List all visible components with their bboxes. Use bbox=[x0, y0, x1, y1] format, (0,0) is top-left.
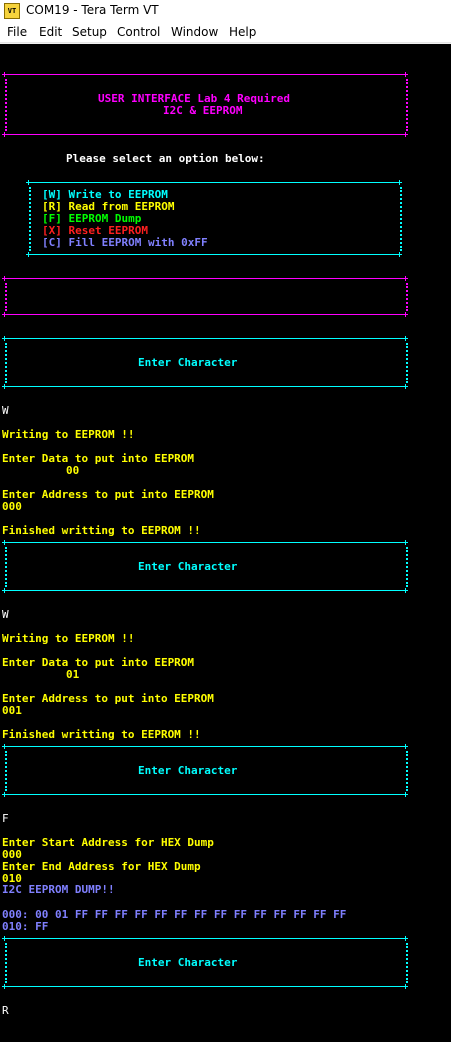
menu-file[interactable]: File bbox=[7, 25, 27, 39]
enter-character-label-4: Enter Character bbox=[138, 956, 238, 969]
tera-term-app-icon: VT bbox=[4, 3, 20, 19]
enter-character-box-4 bbox=[0, 44, 451, 994]
menu-window[interactable]: Window bbox=[171, 25, 218, 39]
title-bar: VT COM19 - Tera Term VT bbox=[0, 0, 451, 22]
terminal-screen[interactable]: USER INTERFACE Lab 4 Required I2C & EEPR… bbox=[0, 44, 451, 1042]
menu-bar: File Edit Setup Control Window Help bbox=[0, 22, 451, 43]
window-title: COM19 - Tera Term VT bbox=[26, 3, 159, 17]
menu-control[interactable]: Control bbox=[117, 25, 160, 39]
menu-help[interactable]: Help bbox=[229, 25, 256, 39]
menu-edit[interactable]: Edit bbox=[39, 25, 62, 39]
menu-setup[interactable]: Setup bbox=[72, 25, 107, 39]
user-input-r: R bbox=[2, 1004, 9, 1017]
